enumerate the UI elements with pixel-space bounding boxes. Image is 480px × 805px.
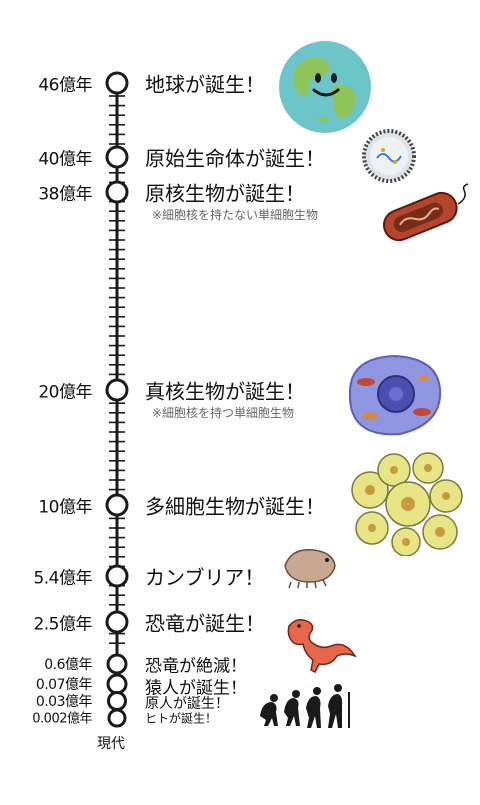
age-label: 5.4億年: [33, 568, 92, 589]
event-note: ※細胞核を持たない単細胞生物: [152, 208, 319, 222]
event-note: ※細胞核を持つ単細胞生物: [152, 406, 295, 420]
timeline-node: [105, 180, 129, 204]
event-title: 多細胞生物が誕生！: [145, 494, 325, 519]
dinosaur-icon: [287, 619, 357, 674]
age-label: 2.5億年: [33, 614, 92, 635]
event-title: 真核生物が誕生！: [145, 379, 305, 404]
earth-icon: [279, 41, 371, 133]
timeline-node: [105, 378, 129, 402]
multicellular-cluster-icon: [351, 452, 463, 556]
timeline-node: [105, 493, 129, 517]
age-label: 0.002億年: [32, 711, 92, 727]
cambrian-creature-icon: [284, 549, 336, 589]
event-title: ヒトが誕生！: [145, 711, 218, 726]
eukaryotic-cell-icon: [348, 354, 442, 436]
age-label: 0.6億年: [44, 657, 92, 673]
timeline-node: [107, 708, 127, 728]
age-label: 40億年: [38, 149, 92, 170]
timeline-node: [105, 610, 129, 634]
event-title: 地球が誕生！: [145, 72, 265, 97]
event-title: 原始生命体が誕生！: [145, 146, 325, 171]
age-label: 46億年: [38, 75, 92, 96]
protocell-icon: [362, 129, 416, 183]
event-title: 原核生物が誕生！: [145, 181, 305, 206]
timeline-node: [106, 673, 128, 695]
timeline-node: [105, 71, 129, 95]
event-title: カンブリア！: [145, 565, 265, 590]
bacterium-icon: [382, 183, 469, 242]
age-label: 20億年: [38, 382, 92, 403]
timeline-node: [105, 145, 129, 169]
present-label: 現代: [97, 736, 125, 752]
age-label: 38億年: [38, 184, 92, 205]
timeline-node: [105, 564, 129, 588]
event-title: 恐竜が誕生！: [145, 611, 265, 636]
timeline-node: [107, 691, 127, 711]
age-label: 10億年: [38, 497, 92, 518]
human-evolution-icon: [260, 684, 350, 728]
timeline-node: [106, 653, 128, 675]
